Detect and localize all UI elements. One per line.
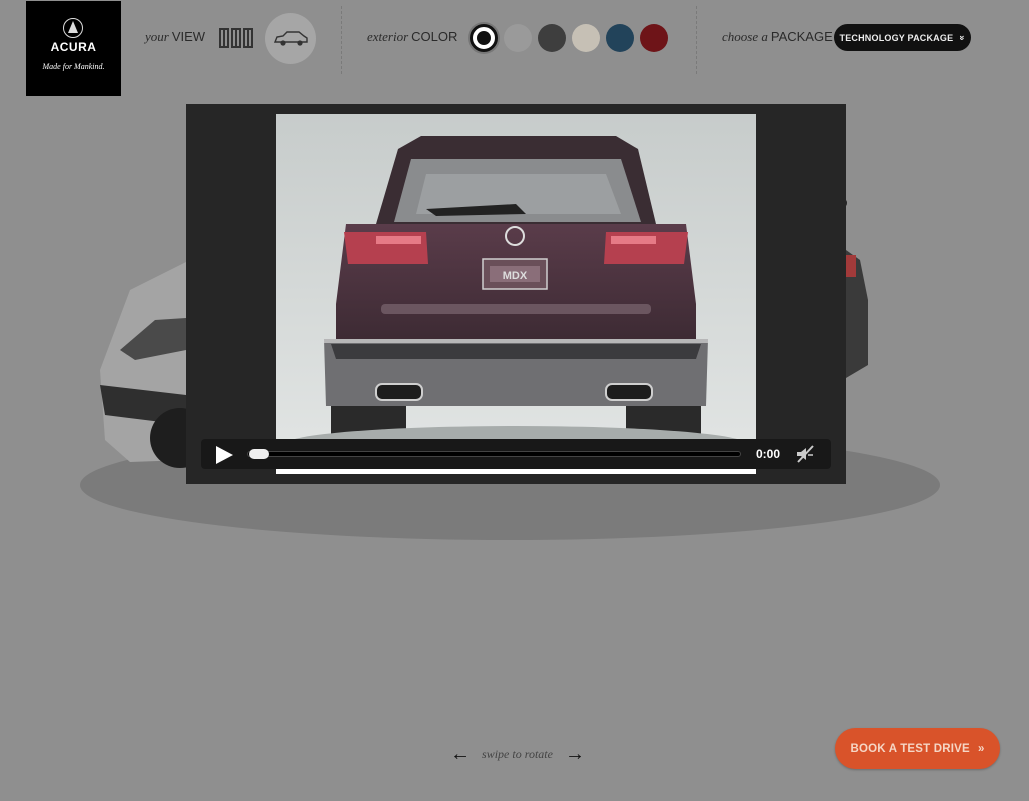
360-view-icon[interactable] [219, 26, 255, 50]
video-frame-suv-rear: MDX [276, 114, 756, 474]
package-label: choose a PACKAGE [722, 29, 833, 45]
color-label-text: COLOR [411, 29, 458, 44]
double-chevron-right-icon: » [977, 742, 985, 755]
view-label-text: VIEW [171, 29, 206, 44]
color-label-prefix: exterior [367, 29, 409, 44]
brand-tagline: Made for Mankind. [42, 62, 105, 71]
color-swatch-red[interactable] [640, 24, 668, 52]
swipe-to-rotate: ← swipe to rotate → [450, 744, 585, 764]
acura-emblem-icon [63, 18, 83, 38]
header-divider [696, 6, 697, 74]
color-swatch-blue[interactable] [606, 24, 634, 52]
video-modal: MDX [186, 104, 846, 484]
mute-icon[interactable] [795, 445, 815, 463]
swipe-to-rotate-label: swipe to rotate [482, 746, 553, 761]
color-swatch-graphite[interactable] [538, 24, 566, 52]
video-controls: 0:00 [201, 439, 831, 469]
video-progress-track[interactable] [248, 452, 740, 456]
color-swatch-champagne[interactable] [572, 24, 600, 52]
license-plate: MDX [503, 270, 528, 282]
exterior-view-car-icon[interactable] [265, 13, 316, 64]
package-label-prefix: choose a [722, 29, 768, 44]
view-label-prefix: your [145, 29, 169, 44]
book-test-drive-button[interactable]: BOOK A TEST DRIVE » [835, 728, 1000, 769]
video-time: 0:00 [756, 447, 781, 461]
header-divider [341, 6, 342, 74]
book-test-drive-label: BOOK A TEST DRIVE [850, 742, 970, 755]
play-icon[interactable] [216, 446, 233, 464]
color-swatch-silver[interactable] [504, 24, 532, 52]
chevron-down-icon: » [957, 34, 968, 41]
brand-name: ACURA [50, 40, 97, 54]
package-selected-label: TECHNOLOGY PACKAGE [839, 32, 954, 43]
package-select-button[interactable]: TECHNOLOGY PACKAGE » [834, 24, 971, 51]
arrow-left-icon[interactable]: ← [450, 744, 470, 764]
video-progress-knob[interactable] [249, 449, 269, 459]
video-player[interactable]: MDX [276, 114, 756, 474]
package-label-text: PACKAGE [770, 29, 833, 44]
view-label: your VIEW [145, 29, 205, 45]
acura-logo[interactable]: ACURA Made for Mankind. [26, 1, 121, 96]
color-label: exterior COLOR [367, 29, 457, 45]
color-swatch-white[interactable] [470, 24, 498, 52]
arrow-right-icon[interactable]: → [565, 744, 585, 764]
